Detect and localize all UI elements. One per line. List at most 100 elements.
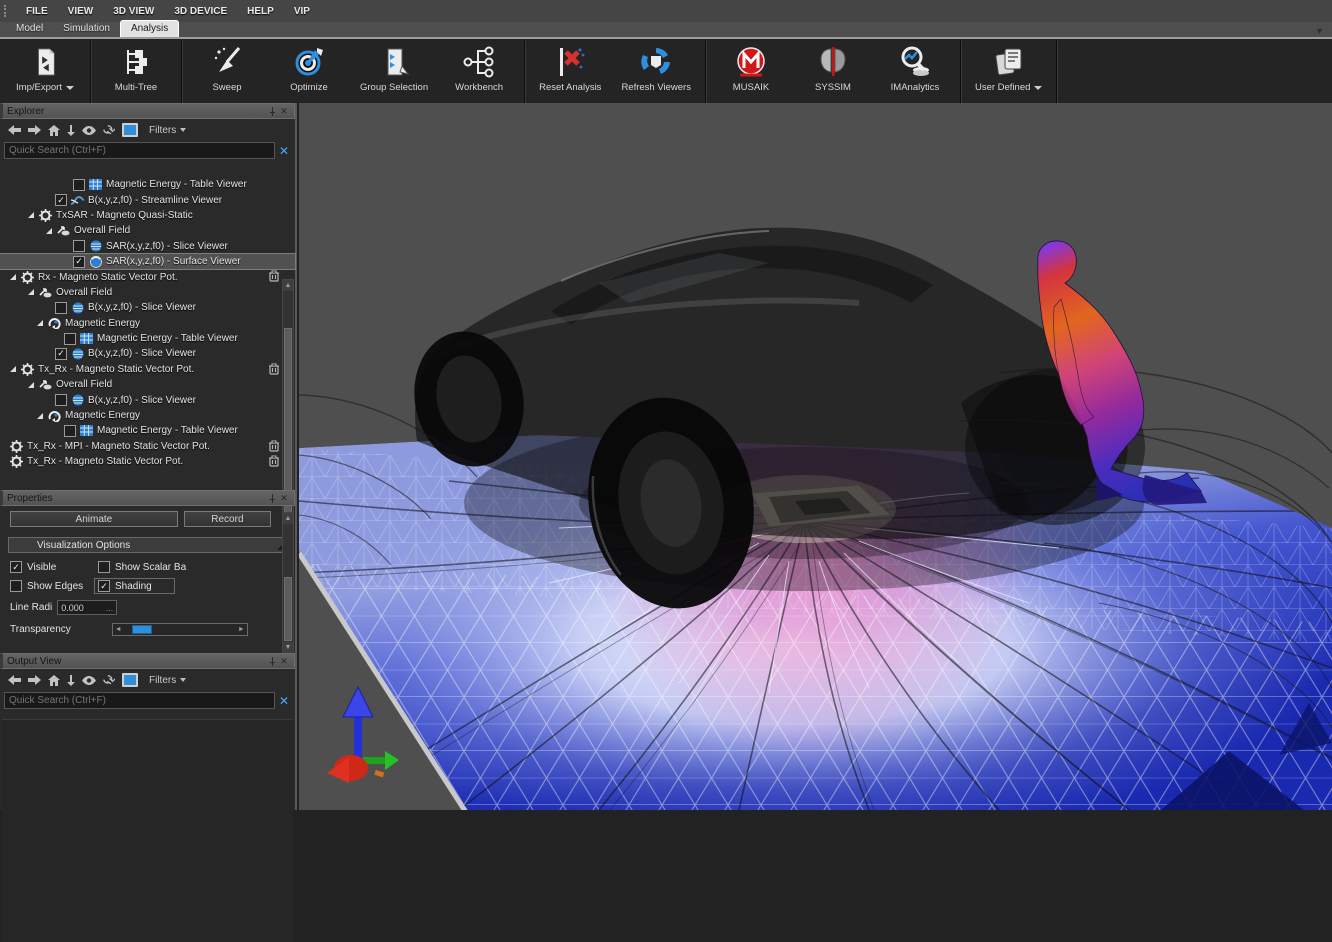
workbench-button[interactable]: Workbench (438, 41, 520, 103)
forward-icon[interactable] (28, 125, 41, 135)
tree-row[interactable]: Magnetic Energy - Table Viewer (0, 331, 295, 346)
checkbox-visible[interactable]: ✓Visible (10, 561, 98, 573)
tree-row[interactable]: Tx_Rx - Magneto Static Vector Pot. (0, 454, 295, 469)
optimize-button[interactable]: Optimize (268, 41, 350, 103)
tree-row[interactable]: ✓B(x,y,z,f0) - Slice Viewer (0, 346, 295, 361)
line-radius-input[interactable]: 0.000 ... (57, 600, 117, 615)
home-icon[interactable] (48, 125, 60, 136)
delete-icon[interactable] (269, 270, 279, 285)
expander-icon[interactable] (28, 382, 34, 388)
tab-simulation[interactable]: Simulation (53, 21, 120, 37)
tree-row[interactable]: Tx_Rx - MPI - Magneto Static Vector Pot. (0, 439, 295, 454)
properties-title-bar[interactable]: Properties ✕ (0, 490, 295, 506)
close-icon[interactable]: ✕ (278, 655, 290, 667)
delete-icon[interactable] (269, 440, 279, 455)
tree-row[interactable]: ✓B(x,y,z,f0) - Streamline Viewer (0, 192, 295, 207)
checkbox-icon[interactable] (10, 580, 22, 592)
filters-dropdown[interactable]: Filters (149, 125, 186, 136)
imp-export-button[interactable]: Imp/Export (4, 41, 86, 103)
tree-row[interactable]: Magnetic Energy (0, 316, 295, 331)
delete-icon[interactable] (269, 363, 279, 378)
tree-row[interactable]: Rx - Magneto Static Vector Pot. (0, 269, 295, 284)
tree-checkbox[interactable] (64, 425, 76, 437)
user-defined-button[interactable]: User Defined (965, 41, 1052, 103)
multi-tree-button[interactable]: Multi-Tree (95, 41, 177, 103)
sweep-button[interactable]: Sweep (186, 41, 268, 103)
sync-icon[interactable] (103, 125, 115, 136)
explorer-search-input[interactable] (4, 142, 275, 159)
clear-search-icon[interactable]: ✕ (279, 144, 291, 158)
tree-checkbox[interactable] (73, 179, 85, 191)
viewer-icon[interactable] (122, 673, 138, 687)
eye-icon[interactable] (82, 126, 96, 135)
record-button[interactable]: Record (184, 511, 271, 527)
tree-checkbox[interactable] (55, 394, 67, 406)
tree-row[interactable]: Tx_Rx - Magneto Static Vector Pot. (0, 362, 295, 377)
menu-view[interactable]: VIEW (59, 4, 103, 19)
tree-checkbox[interactable] (55, 302, 67, 314)
tree-row[interactable]: TxSAR - Magneto Quasi-Static (0, 208, 295, 223)
group-selection-button[interactable]: Group Selection (350, 41, 438, 103)
tree-row[interactable]: Overall Field (0, 223, 295, 238)
animate-button[interactable]: Animate (10, 511, 178, 527)
visualization-options-header[interactable]: Visualization Options (8, 537, 287, 553)
expander-icon[interactable] (28, 289, 34, 295)
sync-icon[interactable] (103, 675, 115, 686)
reset-analysis-button[interactable]: Reset Analysis (529, 41, 611, 103)
close-icon[interactable]: ✕ (278, 492, 290, 504)
close-icon[interactable]: ✕ (278, 105, 290, 117)
slider-left-arrow-icon[interactable]: ◄ (115, 626, 122, 633)
menu-3d-device[interactable]: 3D DEVICE (165, 4, 236, 19)
tree-row[interactable]: Overall Field (0, 377, 295, 392)
checkbox-show-scalar-ba[interactable]: Show Scalar Ba (98, 561, 295, 573)
tree-checkbox[interactable]: ✓ (55, 348, 67, 360)
checkbox-icon[interactable] (98, 561, 110, 573)
tree-checkbox[interactable] (64, 333, 76, 345)
output-view-title-bar[interactable]: Output View ✕ (0, 653, 295, 669)
checkbox-show-edges[interactable]: Show Edges (10, 578, 98, 594)
slider-right-arrow-icon[interactable]: ► (238, 626, 245, 633)
expander-icon[interactable] (10, 274, 16, 280)
tree-row[interactable]: Magnetic Energy - Table Viewer (0, 423, 295, 438)
tree-row[interactable]: B(x,y,z,f0) - Slice Viewer (0, 392, 295, 407)
back-icon[interactable] (8, 675, 21, 685)
line-radius-more-button[interactable]: ... (106, 603, 114, 613)
clear-search-icon[interactable]: ✕ (279, 694, 291, 708)
down-icon[interactable] (67, 675, 75, 686)
properties-scrollbar[interactable]: ▲ ▼ (282, 512, 294, 654)
delete-icon[interactable] (269, 455, 279, 470)
tab-model[interactable]: Model (6, 21, 53, 37)
musaik-button[interactable]: MUSAIK (710, 41, 792, 103)
tree-row[interactable]: B(x,y,z,f0) - Slice Viewer (0, 300, 295, 315)
tree-row[interactable]: Magnetic Energy (0, 408, 295, 423)
expander-icon[interactable] (37, 320, 43, 326)
menu-3d-view[interactable]: 3D VIEW (104, 4, 163, 19)
tree-row[interactable]: Overall Field (0, 285, 295, 300)
pin-icon[interactable] (266, 105, 278, 117)
tree-row[interactable]: ✓SAR(x,y,z,f0) - Surface Viewer (0, 254, 295, 269)
dropdown-caret-icon[interactable] (1034, 86, 1042, 90)
menu-vip[interactable]: VIP (285, 4, 319, 19)
menu-help[interactable]: HELP (238, 4, 283, 19)
expander-icon[interactable] (28, 212, 34, 218)
syssim-button[interactable]: SYSSIM (792, 41, 874, 103)
menu-file[interactable]: FILE (17, 4, 57, 19)
eye-icon[interactable] (82, 676, 96, 685)
tree-checkbox[interactable]: ✓ (55, 194, 67, 206)
transparency-slider-handle[interactable] (132, 625, 152, 634)
filters-dropdown[interactable]: Filters (149, 675, 186, 686)
expander-icon[interactable] (37, 413, 43, 419)
expander-icon[interactable] (10, 366, 16, 372)
checkbox-shading[interactable]: ✓Shading (94, 578, 175, 594)
output-search-input[interactable] (4, 692, 275, 709)
tab-analysis[interactable]: Analysis (120, 20, 179, 37)
dropdown-caret-icon[interactable] (66, 86, 74, 90)
home-icon[interactable] (48, 675, 60, 686)
down-icon[interactable] (67, 125, 75, 136)
tree-checkbox[interactable] (73, 240, 85, 252)
expander-icon[interactable] (46, 228, 52, 234)
pin-icon[interactable] (266, 492, 278, 504)
forward-icon[interactable] (28, 675, 41, 685)
back-icon[interactable] (8, 125, 21, 135)
viewer-icon[interactable] (122, 123, 138, 137)
